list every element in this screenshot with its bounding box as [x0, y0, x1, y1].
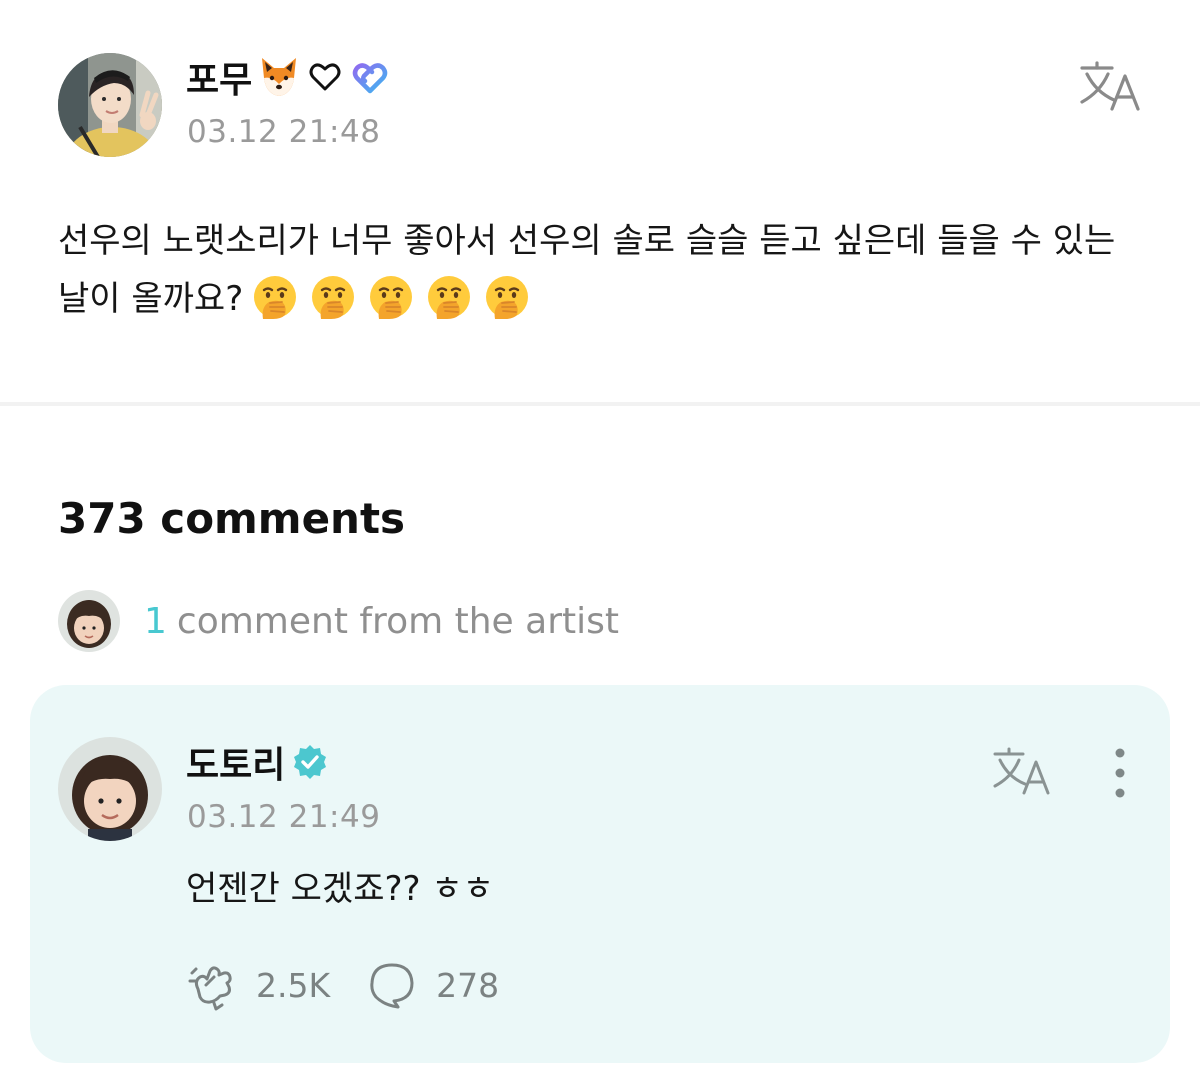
- post-author-row: 포무: [186, 52, 390, 102]
- comments-count: 373 comments: [58, 494, 406, 543]
- face-with-hand-over-mouth-icon: [486, 275, 529, 319]
- artist-comment-count: 1: [144, 600, 167, 642]
- post-author-name[interactable]: 포무: [186, 51, 252, 103]
- post-detail-page: 포무 03.12 21:48 선우의 노랫소리가 너무 좋아서 선우의 솔로 슬…: [0, 0, 1200, 1086]
- translate-icon[interactable]: [992, 747, 1054, 795]
- artist-name[interactable]: 도토리: [186, 736, 285, 788]
- reply-button[interactable]: 278: [366, 959, 499, 1011]
- face-with-hand-over-mouth-icon: [428, 275, 471, 319]
- artist-avatar[interactable]: [58, 737, 162, 841]
- comment-bubble-icon: [370, 963, 414, 1009]
- artist-comment-timestamp: 03.12 21:49: [187, 799, 381, 835]
- heart-outline-icon: [309, 63, 341, 91]
- comment-actions: 2.5K 278: [186, 957, 535, 1013]
- artist-name-row: 도토리: [186, 737, 329, 787]
- artist-comment-text: 언젠간 오겠죠?? ㅎㅎ: [186, 869, 494, 909]
- post-text: 선우의 노랫소리가 너무 좋아서 선우의 솔로 슬슬 듣고 싶은데 들을 수 있…: [58, 221, 1116, 319]
- section-divider: [0, 402, 1200, 406]
- fox-face-icon: [262, 58, 297, 96]
- artist-mini-avatar: [58, 590, 120, 652]
- like-count: 2.5K: [256, 965, 331, 1005]
- face-with-hand-over-mouth-icon: [312, 275, 355, 319]
- reply-count: 278: [436, 965, 500, 1005]
- more-options-icon[interactable]: [1104, 745, 1136, 801]
- artist-comments-link[interactable]: 1 comment from the artist: [58, 590, 619, 652]
- face-with-hand-over-mouth-icon: [370, 275, 413, 319]
- artist-photo: [58, 737, 162, 841]
- membership-badge-icon: [353, 63, 388, 94]
- artist-comment-label: comment from the artist: [176, 600, 619, 642]
- verified-badge-icon: [294, 745, 327, 779]
- artist-comment-card: 도토리 03.12 21:49 언젠간 오겠죠?? ㅎㅎ 2.5K 278: [30, 685, 1170, 1063]
- cheer-hand-icon: [188, 966, 232, 1011]
- emoji-row: [251, 273, 531, 321]
- post-author-photo: [58, 53, 162, 157]
- artist-photo: [58, 590, 120, 652]
- translate-icon[interactable]: [1078, 60, 1144, 112]
- post-timestamp: 03.12 21:48: [187, 114, 381, 150]
- face-with-hand-over-mouth-icon: [254, 275, 297, 319]
- like-button[interactable]: 2.5K: [186, 959, 330, 1011]
- post-author-avatar[interactable]: [58, 53, 162, 157]
- post-body: 선우의 노랫소리가 너무 좋아서 선우의 솔로 슬슬 듣고 싶은데 들을 수 있…: [58, 212, 1148, 328]
